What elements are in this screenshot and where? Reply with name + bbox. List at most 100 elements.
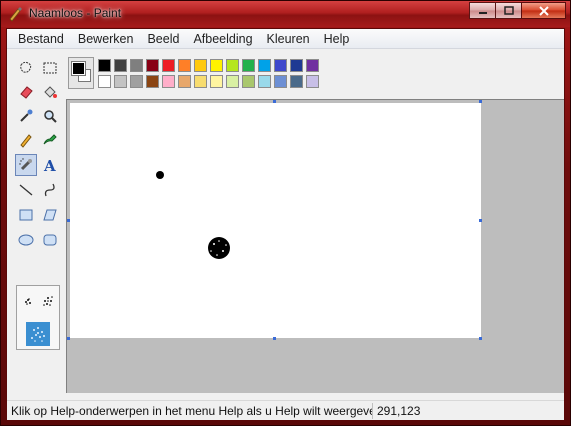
palette-swatch[interactable]: [210, 59, 223, 72]
drawing-canvas[interactable]: [70, 103, 481, 338]
palette-swatch[interactable]: [194, 75, 207, 88]
title-bar[interactable]: Naamloos - Paint: [1, 1, 570, 27]
polygon-tool[interactable]: [39, 204, 61, 226]
client-area: Bestand Bewerken Beeld Afbeelding Kleure…: [6, 28, 565, 421]
text-tool[interactable]: A: [39, 154, 61, 176]
rounded-rectangle-tool[interactable]: [39, 229, 61, 251]
palette-swatch[interactable]: [114, 75, 127, 88]
color-palette: [68, 57, 368, 93]
palette-swatch[interactable]: [178, 59, 191, 72]
airbrush-icon: [19, 158, 32, 171]
close-icon: [538, 5, 549, 16]
palette-swatch[interactable]: [290, 75, 303, 88]
paint-window: Naamloos - Paint Bestand Bewerken Beeld …: [0, 0, 571, 426]
palette-swatch[interactable]: [130, 75, 143, 88]
resize-handle-top-right[interactable]: [479, 100, 482, 103]
window-title: Naamloos - Paint: [29, 6, 122, 20]
cursor-coordinates: 291,123: [372, 402, 420, 419]
line-icon: [19, 184, 33, 196]
close-button[interactable]: [521, 2, 566, 19]
palette-swatch[interactable]: [178, 75, 191, 88]
palette-swatch[interactable]: [162, 59, 175, 72]
pencil-tool[interactable]: [15, 129, 37, 151]
palette-swatch[interactable]: [114, 59, 127, 72]
palette-swatch[interactable]: [242, 59, 255, 72]
palette-swatch[interactable]: [210, 75, 223, 88]
fill-tool[interactable]: [39, 81, 61, 103]
palette-swatch[interactable]: [226, 59, 239, 72]
magnifier-icon: [44, 110, 57, 123]
status-help-text: Klik op Help-onderwerpen in het menu Hel…: [11, 403, 372, 418]
palette-swatch[interactable]: [130, 59, 143, 72]
canvas-drawing: [156, 171, 230, 259]
pencil-icon: [20, 134, 32, 148]
eraser-tool[interactable]: [15, 81, 37, 103]
foreground-color[interactable]: [71, 61, 86, 76]
text-icon: A: [43, 157, 56, 173]
rect-select-icon: [43, 62, 57, 74]
maximize-icon: [503, 5, 514, 15]
pick-color-tool[interactable]: [15, 105, 37, 127]
polygon-icon: [43, 209, 57, 221]
free-form-select-tool[interactable]: [15, 57, 37, 79]
palette-swatch[interactable]: [226, 75, 239, 88]
palette-swatch[interactable]: [162, 75, 175, 88]
paint-app-icon: [9, 7, 22, 22]
toolbox: A: [10, 53, 64, 398]
menu-kleuren[interactable]: Kleuren: [260, 32, 317, 46]
rectangle-icon: [19, 209, 33, 221]
brush-icon: [43, 134, 57, 145]
brush-tool[interactable]: [39, 129, 61, 151]
palette-swatch[interactable]: [146, 75, 159, 88]
free-form-select-icon: [20, 61, 32, 73]
rounded-rectangle-icon: [43, 234, 57, 246]
resize-handle-right[interactable]: [479, 219, 482, 222]
curve-tool[interactable]: [39, 179, 61, 201]
fill-bucket-icon: [44, 86, 57, 98]
curve-icon: [44, 183, 55, 197]
minimize-icon: [478, 11, 487, 14]
palette-swatch[interactable]: [242, 75, 255, 88]
resize-handle-left[interactable]: [67, 219, 70, 222]
status-bar: Klik op Help-onderwerpen in het menu Hel…: [7, 400, 564, 420]
resize-handle-bottom-left[interactable]: [67, 337, 70, 340]
palette-swatch[interactable]: [258, 75, 271, 88]
svg-text:A: A: [43, 157, 56, 173]
menu-bar: Bestand Bewerken Beeld Afbeelding Kleure…: [7, 29, 564, 49]
airbrush-size-options: [16, 285, 60, 350]
small-dot: [156, 171, 164, 179]
palette-swatch[interactable]: [306, 75, 319, 88]
spray-blob: [208, 237, 230, 259]
palette-swatch[interactable]: [258, 59, 271, 72]
current-colors[interactable]: [68, 57, 94, 89]
canvas-workspace: [66, 99, 564, 393]
resize-handle-bottom-right[interactable]: [479, 337, 482, 340]
ellipse-tool[interactable]: [15, 229, 37, 251]
palette-swatch[interactable]: [98, 59, 111, 72]
palette-swatch[interactable]: [98, 75, 111, 88]
maximize-button[interactable]: [495, 2, 522, 19]
palette-swatch[interactable]: [194, 59, 207, 72]
palette-swatch[interactable]: [146, 59, 159, 72]
palette-swatch[interactable]: [290, 59, 303, 72]
menu-bewerken[interactable]: Bewerken: [71, 32, 141, 46]
select-tool[interactable]: [39, 57, 61, 79]
eraser-icon: [20, 86, 33, 99]
palette-swatch[interactable]: [306, 59, 319, 72]
line-tool[interactable]: [15, 179, 37, 201]
menu-beeld[interactable]: Beeld: [140, 32, 186, 46]
menu-help[interactable]: Help: [317, 32, 357, 46]
caption-buttons: [469, 2, 566, 19]
airbrush-tool[interactable]: [15, 154, 37, 176]
rectangle-tool[interactable]: [15, 204, 37, 226]
minimize-button[interactable]: [469, 2, 496, 19]
palette-swatch[interactable]: [274, 59, 287, 72]
resize-handle-bottom[interactable]: [273, 337, 276, 340]
eyedropper-icon: [20, 109, 33, 122]
menu-afbeelding[interactable]: Afbeelding: [186, 32, 259, 46]
magnifier-tool[interactable]: [39, 105, 61, 127]
palette-swatch[interactable]: [274, 75, 287, 88]
spray-sizes-icon: [25, 296, 53, 346]
resize-handle-top[interactable]: [273, 100, 276, 103]
menu-bestand[interactable]: Bestand: [11, 32, 71, 46]
